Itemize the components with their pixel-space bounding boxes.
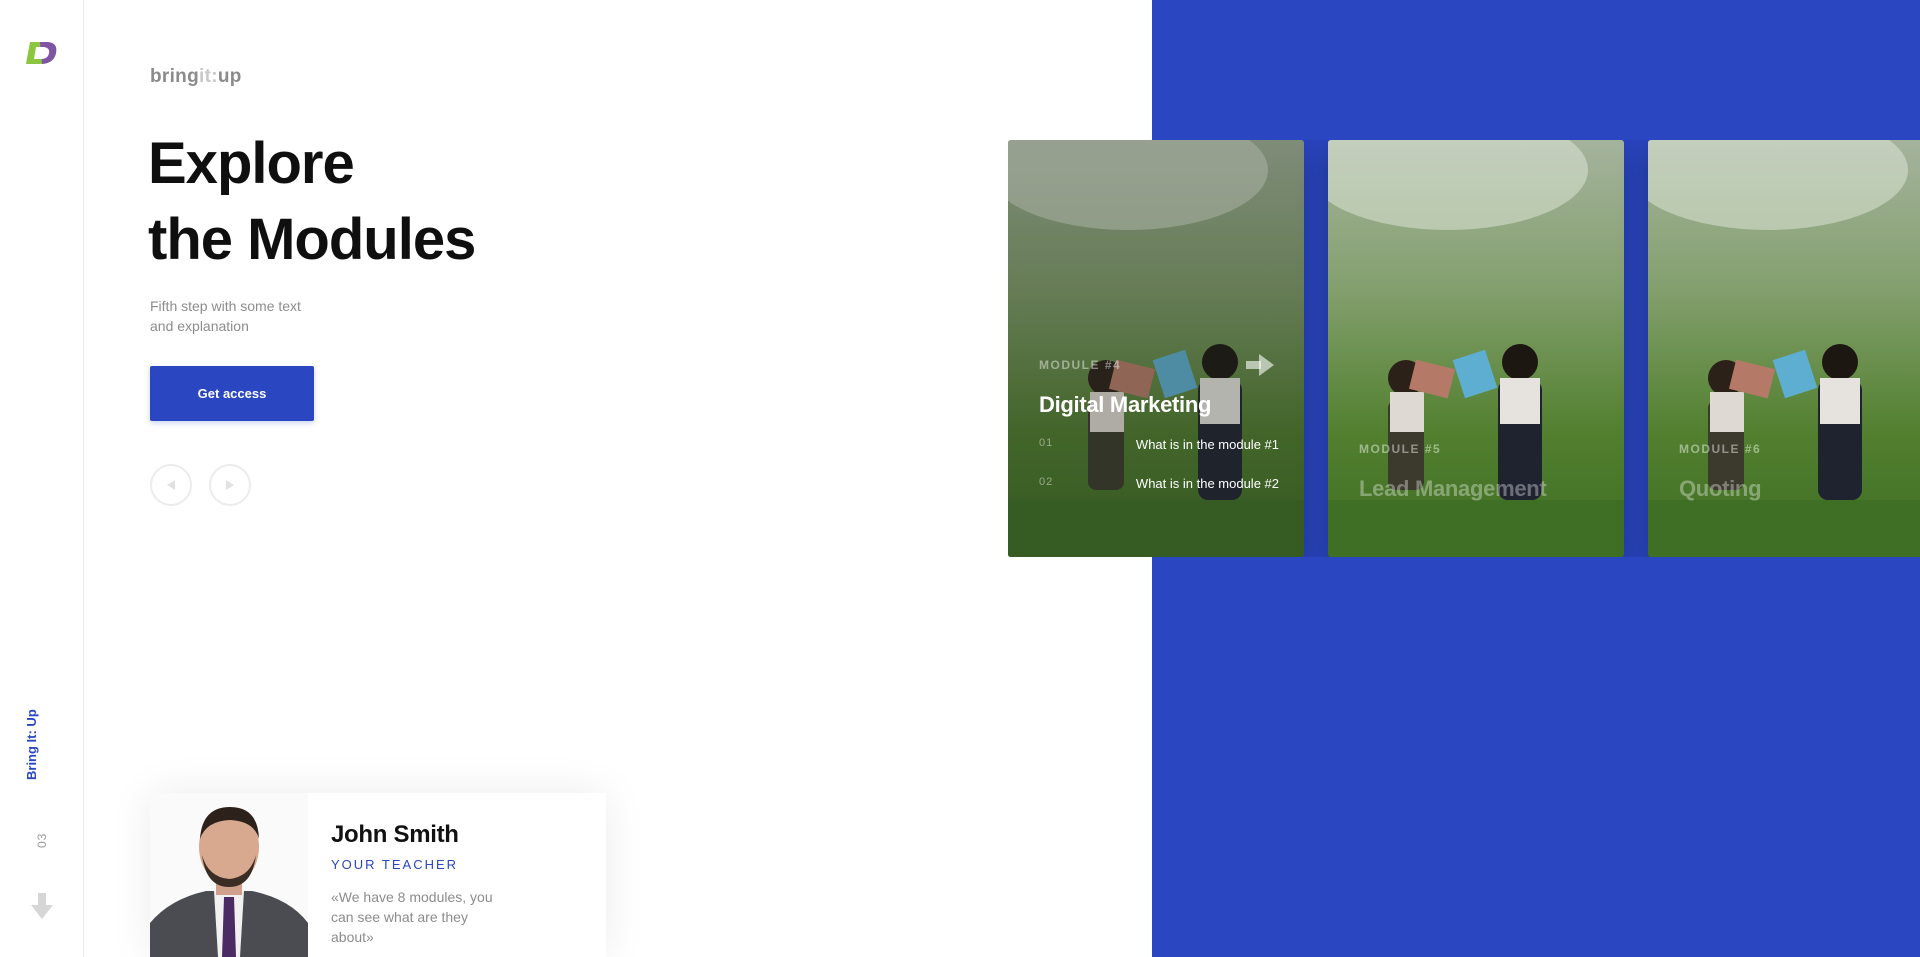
teacher-name: John Smith xyxy=(331,821,459,848)
subtitle-line: Fifth step with some text xyxy=(150,298,301,314)
arrow-down-icon[interactable] xyxy=(31,893,53,919)
module-card[interactable]: MODULE #4 Digital Marketing 01 What is i… xyxy=(1008,140,1304,557)
module-item: 02 What is in the module #2 xyxy=(1039,476,1279,496)
module-card[interactable]: MODULE #6 Quoting xyxy=(1648,140,1920,557)
page-number: 03 xyxy=(35,832,49,848)
item-number: 01 xyxy=(1039,437,1054,449)
title-line: Explore xyxy=(148,131,355,196)
brand-logo-icon[interactable] xyxy=(24,38,60,66)
prev-button[interactable] xyxy=(150,464,192,506)
page-subtitle: Fifth step with some text and explanatio… xyxy=(150,296,350,336)
module-card[interactable]: MODULE #5 Lead Management xyxy=(1328,140,1624,557)
module-title: Digital Marketing xyxy=(1039,392,1212,417)
brand-wordmark[interactable]: bringit:up xyxy=(150,66,242,88)
title-line: the Modules xyxy=(148,207,476,272)
teacher-role: YOUR TEACHER xyxy=(331,857,459,872)
wordmark-part: up xyxy=(217,66,242,87)
subtitle-line: and explanation xyxy=(150,318,249,334)
module-title: Lead Management xyxy=(1359,476,1547,501)
module-label: MODULE #4 xyxy=(1039,358,1122,372)
item-text: What is in the module #1 xyxy=(1135,437,1279,452)
brand-vertical-link[interactable]: Bring It: Up xyxy=(24,709,39,780)
teacher-photo xyxy=(150,793,308,957)
wordmark-part: it: xyxy=(199,66,218,87)
next-button[interactable] xyxy=(209,464,251,506)
arrow-right-icon[interactable] xyxy=(1246,354,1274,376)
item-text: What is in the module #2 xyxy=(1135,476,1279,491)
modules-slider: MODULE #4 Digital Marketing 01 What is i… xyxy=(1008,140,1920,557)
module-label: MODULE #5 xyxy=(1359,442,1442,456)
module-title: Quoting xyxy=(1679,476,1762,501)
module-label: MODULE #6 xyxy=(1679,442,1762,456)
page-title: Explore the Modules xyxy=(148,126,476,278)
wordmark-part: bring xyxy=(150,66,199,87)
teacher-quote: «We have 8 modules, you can see what are… xyxy=(331,889,493,945)
teacher-card: John Smith YOUR TEACHER «We have 8 modul… xyxy=(150,793,606,957)
play-left-icon xyxy=(167,480,175,490)
item-number: 02 xyxy=(1039,476,1054,488)
play-right-icon xyxy=(226,480,234,490)
get-access-button[interactable]: Get access xyxy=(150,366,314,421)
module-item: 01 What is in the module #1 xyxy=(1039,437,1279,457)
sidebar: Bring It: Up 03 xyxy=(0,0,84,957)
